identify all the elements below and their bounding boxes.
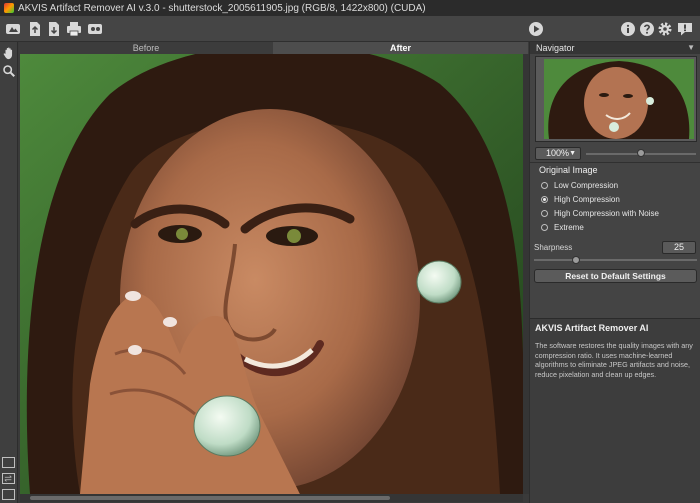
- navigator-thumbnail: [544, 59, 694, 139]
- title-bar: AKVIS Artifact Remover AI v.3.0 - shutte…: [0, 0, 700, 16]
- settings-panel: Navigator ▼ 100% ▼ Original Image Low Co…: [529, 42, 700, 503]
- tab-before[interactable]: Before: [19, 42, 273, 54]
- zoom-value: 100%: [546, 148, 570, 158]
- sharpness-label: Sharpness: [534, 243, 573, 252]
- tool-strip: [0, 42, 18, 503]
- open-file-icon[interactable]: [26, 20, 44, 38]
- info-icon[interactable]: [619, 20, 637, 38]
- radio-icon: [541, 182, 548, 189]
- zoom-select[interactable]: 100% ▼: [535, 147, 581, 160]
- radio-high-compression[interactable]: High Compression: [541, 194, 620, 205]
- sharpness-slider-handle[interactable]: [572, 256, 580, 264]
- settings-icon[interactable]: [656, 20, 674, 38]
- run-icon[interactable]: [527, 20, 545, 38]
- image-canvas[interactable]: [20, 54, 523, 494]
- sharpness-slider[interactable]: [534, 259, 697, 261]
- section-title-original-image: Original Image: [539, 165, 598, 175]
- horizontal-scrollbar[interactable]: [20, 494, 523, 502]
- collapse-icon[interactable]: ▼: [687, 42, 695, 54]
- radio-icon: [541, 210, 548, 217]
- radio-low-compression[interactable]: Low Compression: [541, 180, 618, 191]
- help-icon[interactable]: [638, 20, 656, 38]
- split-view-icon[interactable]: [2, 473, 15, 484]
- zoom-icon[interactable]: [1, 63, 17, 79]
- window-title: AKVIS Artifact Remover AI v.3.0 - shutte…: [18, 2, 426, 14]
- home-icon[interactable]: [4, 20, 22, 38]
- single-view-icon[interactable]: [2, 457, 15, 468]
- save-file-icon[interactable]: [45, 20, 63, 38]
- notification-icon[interactable]: [676, 20, 694, 38]
- navigator-header: Navigator ▼: [530, 42, 700, 54]
- radio-high-compression-noise[interactable]: High Compression with Noise: [541, 208, 659, 219]
- divider: [530, 162, 700, 163]
- app-logo-icon: [4, 3, 14, 13]
- reset-defaults-button[interactable]: Reset to Default Settings: [534, 269, 697, 283]
- main-toolbar: [0, 16, 700, 42]
- hand-icon[interactable]: [1, 45, 17, 61]
- navigator-preview[interactable]: [535, 56, 697, 142]
- zoom-slider-handle[interactable]: [637, 149, 645, 157]
- portrait-photo: [20, 54, 523, 494]
- navigator-title: Navigator: [536, 43, 575, 53]
- info-title: AKVIS Artifact Remover AI: [535, 323, 649, 333]
- info-description: The software restores the quality images…: [535, 341, 693, 379]
- side-by-side-view-icon[interactable]: [2, 489, 15, 500]
- horizontal-scrollbar-thumb[interactable]: [30, 496, 390, 500]
- view-tabs: Before After: [19, 42, 528, 54]
- radio-icon: [541, 224, 548, 231]
- print-icon[interactable]: [65, 20, 83, 38]
- share-icon[interactable]: [86, 20, 104, 38]
- info-panel: AKVIS Artifact Remover AI The software r…: [530, 318, 700, 503]
- radio-selected-icon: [541, 196, 548, 203]
- chevron-down-icon: ▼: [569, 150, 576, 157]
- radio-extreme[interactable]: Extreme: [541, 222, 584, 233]
- sharpness-value-field[interactable]: 25: [662, 241, 696, 254]
- tab-after[interactable]: After: [273, 42, 528, 54]
